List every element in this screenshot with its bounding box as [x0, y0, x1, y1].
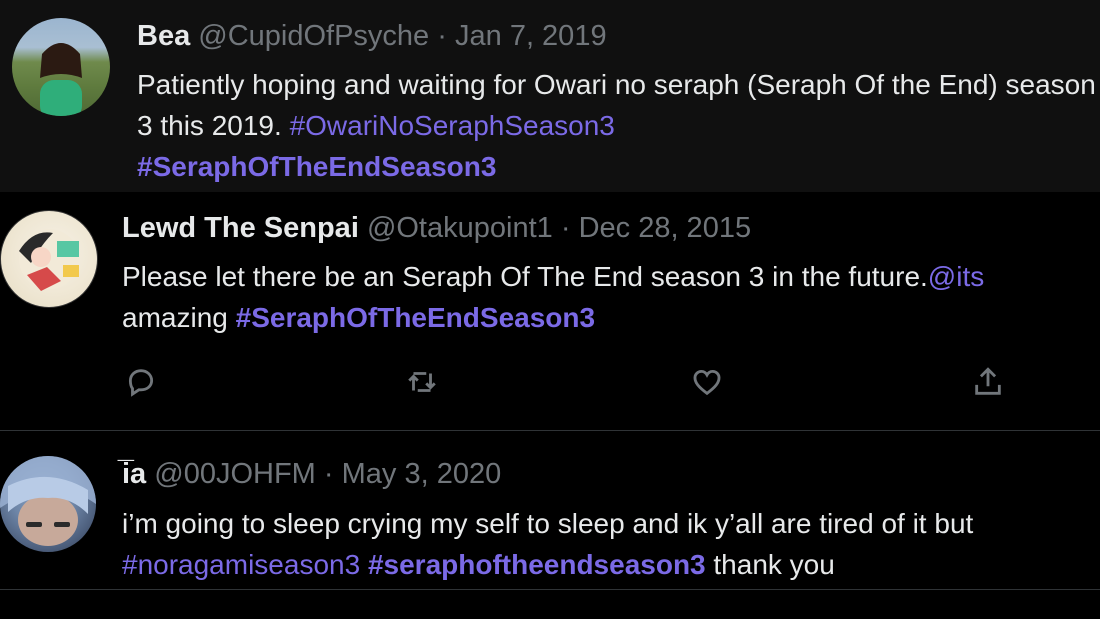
tweet-text: i’m going to sleep crying my self to sle…	[122, 503, 1092, 585]
reply-icon	[128, 369, 154, 397]
retweet-button[interactable]	[405, 365, 439, 399]
tweet-date[interactable]: Dec 28, 2015	[579, 212, 752, 244]
separator: ·	[437, 20, 447, 52]
tweet-text-segment: Patiently hoping and waiting for Owari n…	[137, 69, 1096, 141]
like-icon	[693, 369, 721, 396]
tweet-text-segment: Please let there be an Seraph Of The End…	[122, 261, 928, 292]
hashtag-link[interactable]: #SeraphOfTheEndSeason3	[236, 302, 595, 333]
hashtag-link[interactable]: #OwariNoSeraphSeason3	[290, 110, 615, 141]
mention-link[interactable]: @its	[928, 261, 984, 292]
tweet-text: Please let there be an Seraph Of The End…	[122, 256, 1092, 338]
user-handle[interactable]: @Otakupoint1	[367, 212, 553, 244]
tweet-date[interactable]: May 3, 2020	[342, 458, 502, 490]
avatar[interactable]	[0, 456, 96, 552]
retweet-icon	[408, 372, 436, 392]
tweet-date[interactable]: Jan 7, 2019	[455, 20, 607, 52]
hashtag-link[interactable]: #SeraphOfTheEndSeason3	[137, 151, 496, 182]
tweet-text-segment: amazing	[122, 302, 228, 333]
tweet-header: Lewd The Senpai @Otakupoint1 · Dec 28, 2…	[122, 212, 751, 245]
tweet-text: Patiently hoping and waiting for Owari n…	[137, 64, 1097, 187]
tweet-actions	[0, 365, 1100, 401]
hashtag-link[interactable]: #noragamiseason3	[122, 549, 360, 580]
display-name[interactable]: Lewd The Senpai	[122, 212, 359, 244]
tweet-text-segment: thank you	[713, 549, 835, 580]
user-handle[interactable]: @00JOHFM	[154, 458, 316, 490]
reply-button[interactable]	[124, 365, 158, 399]
separator: ·	[323, 458, 334, 490]
hashtag-link[interactable]: #seraphoftheendseason3	[368, 549, 706, 580]
tweet-header: i̅a @00JOHFM · May 3, 2020	[122, 458, 501, 491]
avatar[interactable]	[0, 210, 98, 308]
display-name[interactable]: i̅a	[122, 458, 146, 490]
separator: ·	[560, 212, 571, 244]
share-button[interactable]	[971, 365, 1005, 399]
user-handle[interactable]: @CupidOfPsyche	[198, 20, 429, 52]
tweet-header: Bea @CupidOfPsyche · Jan 7, 2019	[137, 20, 607, 53]
avatar[interactable]	[12, 18, 110, 116]
share-icon	[975, 367, 1001, 395]
like-button[interactable]	[690, 365, 724, 399]
tweet-text-segment: i’m going to sleep crying my self to sle…	[122, 508, 974, 539]
display-name[interactable]: Bea	[137, 20, 190, 52]
